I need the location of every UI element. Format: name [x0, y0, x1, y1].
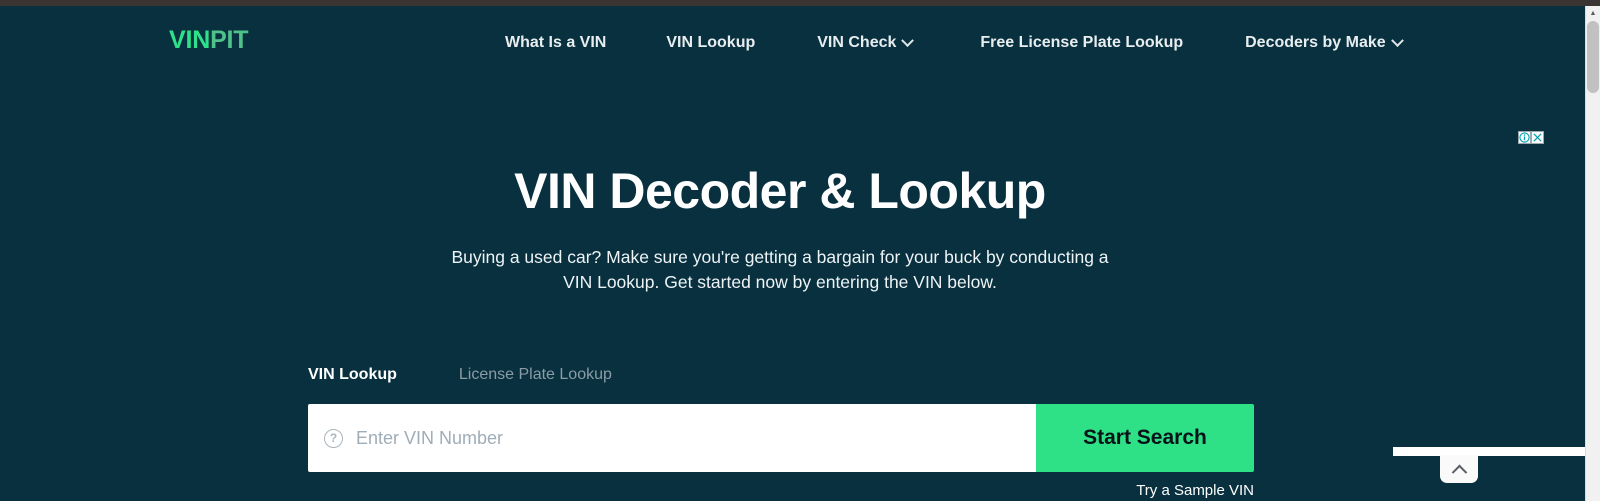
- nav-item-label: VIN Check: [817, 34, 897, 51]
- vin-input-container[interactable]: ?: [308, 404, 1036, 472]
- nav-item-label: VIN Lookup: [666, 34, 756, 51]
- brand-logo-primary: VIN: [169, 26, 211, 54]
- brand-logo-secondary: PIT: [210, 26, 249, 54]
- tab-license-plate-lookup[interactable]: License Plate Lookup: [459, 367, 612, 386]
- chevron-down-icon: [901, 33, 915, 47]
- close-x-icon[interactable]: [1531, 131, 1544, 144]
- chevron-up-icon: [1451, 464, 1467, 480]
- page-viewport: VINPIT What Is a VIN VIN Lookup VIN Chec…: [0, 6, 1585, 501]
- nav-item-what-is-a-vin[interactable]: What Is a VIN: [505, 30, 606, 56]
- chevron-down-icon: [1390, 33, 1404, 47]
- nav-item-label: Decoders by Make: [1245, 34, 1386, 51]
- nav-item-free-license-plate-lookup[interactable]: Free License Plate Lookup: [980, 30, 1183, 56]
- main-navigation: What Is a VIN VIN Lookup VIN Check Free …: [505, 30, 1404, 56]
- nav-item-vin-check[interactable]: VIN Check: [817, 30, 915, 56]
- nav-item-label: What Is a VIN: [505, 34, 607, 51]
- brand-logo[interactable]: VINPIT: [169, 26, 249, 54]
- vin-lookup-widget: VIN Lookup License Plate Lookup ? Start …: [308, 356, 1254, 500]
- nav-item-label: Free License Plate Lookup: [980, 34, 1184, 51]
- adchoices-badge: [1518, 131, 1544, 144]
- hero-subtitle: Buying a used car? Make sure you're gett…: [451, 247, 1109, 292]
- site-header: VINPIT What Is a VIN VIN Lookup VIN Chec…: [0, 6, 1585, 79]
- browser-scrollbar[interactable]: ▲: [1585, 6, 1600, 501]
- try-sample-vin-link[interactable]: Try a Sample VIN: [1136, 482, 1254, 499]
- vin-search-input[interactable]: [356, 404, 1036, 472]
- info-circle-icon[interactable]: [1518, 131, 1531, 144]
- hero-section: VIN Decoder & Lookup Buying a used car? …: [0, 79, 1560, 295]
- start-search-button[interactable]: Start Search: [1036, 404, 1254, 472]
- scrollbar-thumb[interactable]: [1587, 21, 1599, 93]
- page-title: VIN Decoder & Lookup: [514, 163, 1046, 219]
- nav-item-vin-lookup[interactable]: VIN Lookup: [666, 30, 755, 56]
- question-mark-circle-icon[interactable]: ?: [324, 428, 343, 448]
- scrollbar-up-arrow-icon[interactable]: ▲: [1586, 6, 1600, 20]
- sticky-ad-bar: [1393, 447, 1585, 456]
- sticky-ad-collapse-button[interactable]: [1440, 455, 1478, 483]
- vin-search-row: ? Start Search: [308, 404, 1254, 472]
- nav-item-decoders-by-make[interactable]: Decoders by Make: [1245, 30, 1404, 56]
- lookup-tab-bar: VIN Lookup License Plate Lookup: [308, 356, 1254, 386]
- tab-vin-lookup[interactable]: VIN Lookup: [308, 367, 397, 386]
- sample-vin-row: Try a Sample VIN: [308, 482, 1254, 500]
